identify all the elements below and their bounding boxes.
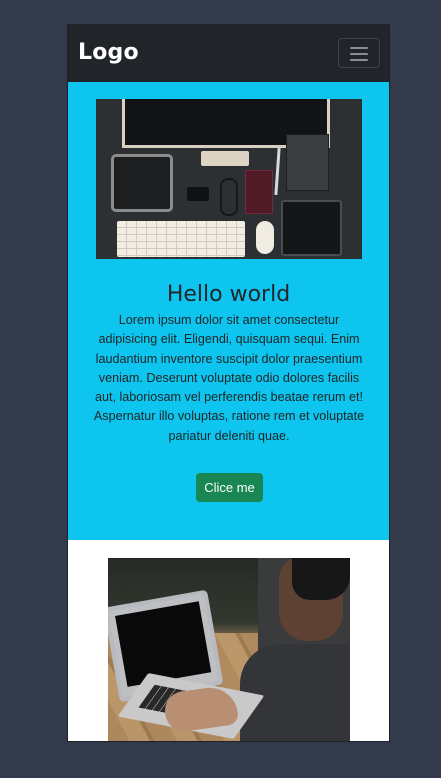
hero-description: Lorem ipsum dolor sit amet consectetur a… — [93, 313, 365, 443]
laptop-photo — [108, 558, 350, 741]
content-section — [68, 540, 389, 741]
keyboard-shape — [117, 221, 245, 257]
hamburger-menu-icon — [350, 59, 368, 61]
tablet-shape — [111, 154, 173, 212]
hero-title: Hello world — [166, 282, 291, 307]
drawing-pad-shape — [281, 200, 342, 256]
hero-section: Hello world Lorem ipsum dolor sit amet c… — [68, 82, 389, 540]
hamburger-menu-icon — [350, 47, 368, 49]
mouse-shape — [256, 221, 274, 254]
hero-desk-image — [96, 99, 362, 259]
navbar-toggle-button[interactable] — [338, 38, 380, 68]
box-shape — [286, 134, 329, 191]
glasses-shape — [220, 178, 238, 216]
pen-shape — [274, 147, 281, 196]
mobile-page-frame: Logo Hello world Lorem ipsum dolor sit a… — [67, 24, 390, 742]
person-hair-shape — [292, 558, 350, 600]
person-shoulder-shape — [240, 644, 350, 741]
click-me-button[interactable]: Clice me — [196, 473, 263, 502]
notebook-shape — [245, 170, 273, 214]
hamburger-menu-icon — [350, 53, 368, 55]
navbar: Logo — [68, 25, 389, 82]
phone-shape — [187, 187, 209, 201]
logo[interactable]: Logo — [78, 39, 139, 67]
monitor-stand-shape — [201, 151, 249, 166]
laptop-display-shape — [115, 601, 212, 687]
